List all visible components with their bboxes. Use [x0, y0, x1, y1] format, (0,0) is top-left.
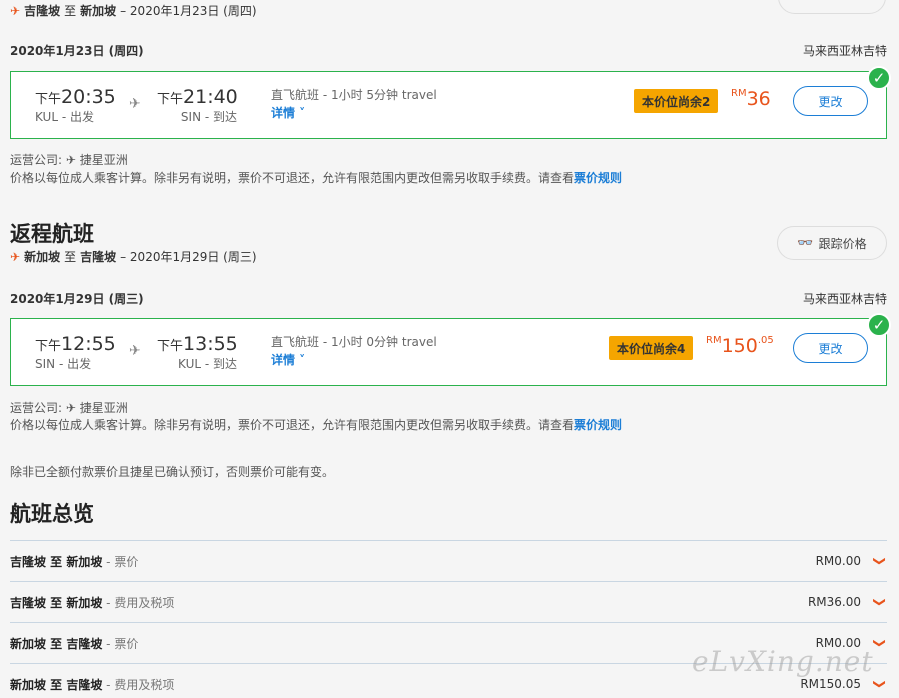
- outbound-date-header: 2020年1月23日 (周四): [10, 44, 144, 58]
- return-operator: 运营公司: ✈ 捷星亚洲: [10, 401, 128, 415]
- change-button[interactable]: 更改: [793, 333, 868, 363]
- outbound-currency-label: 马来西亚林吉特: [802, 44, 887, 58]
- arr-ampm: 下午: [157, 92, 184, 107]
- summary-sub: - 费用及税项: [102, 677, 175, 692]
- return-title: 返程航班: [10, 222, 94, 246]
- summary-row[interactable]: 吉隆坡 至 新加坡 - 费用及税项 RM36.00 ❯: [10, 581, 887, 622]
- arrival-block: 下午21:40 SIN - 到达: [157, 86, 238, 125]
- route-to-word: 至: [64, 250, 77, 264]
- departure-block: 下午12:55 SIN - 出发: [35, 333, 116, 372]
- summary-sub: - 费用及税项: [102, 595, 175, 610]
- outbound-operator: 运营公司: ✈ 捷星亚洲: [10, 153, 128, 167]
- summary-row[interactable]: 吉隆坡 至 新加坡 - 票价 RM0.00 ❯: [10, 540, 887, 581]
- summary-route: 吉隆坡 至 新加坡: [10, 554, 103, 569]
- summary-sub: - 票价: [102, 554, 139, 569]
- top-partial-button[interactable]: [778, 0, 886, 14]
- summary-sub: - 票价: [102, 636, 139, 651]
- price-value: 36: [746, 88, 771, 110]
- return-date-header: 2020年1月29日 (周三): [10, 292, 144, 306]
- fare-rules-link[interactable]: 票价规则: [574, 418, 622, 432]
- summary-amount: RM150.05: [800, 677, 861, 691]
- arr-ampm: 下午: [157, 339, 184, 354]
- fare-note-text: 价格以每位成人乘客计算。除非另有说明，票价不可退还，允许有限范围内更改但需另收取…: [10, 418, 575, 432]
- route-date: – 2020年1月23日 (周四): [120, 4, 257, 18]
- plane-icon: ✈: [10, 3, 21, 18]
- selected-check-icon: ✓: [867, 313, 891, 337]
- flight-info: 直飞航班 - 1小时 5分钟 travel 详情 ˅: [271, 86, 437, 121]
- dep-time: 20:35: [61, 86, 116, 108]
- chevron-down-icon[interactable]: ❯: [873, 597, 887, 607]
- track-price-label: 跟踪价格: [818, 236, 867, 251]
- chevron-down-icon[interactable]: ❯: [873, 556, 887, 566]
- dep-ampm: 下午: [35, 92, 62, 107]
- summary-route: 新加坡 至 吉隆坡: [10, 636, 103, 651]
- arr-airport: SIN - 到达: [180, 110, 237, 124]
- track-price-button[interactable]: 👓 跟踪价格: [777, 226, 887, 260]
- chevron-down-icon[interactable]: ❯: [873, 638, 887, 648]
- plane-icon: ✈: [129, 96, 141, 112]
- dep-ampm: 下午: [35, 339, 62, 354]
- arrival-block: 下午13:55 KUL - 到达: [157, 333, 238, 372]
- route-from: 吉隆坡: [24, 4, 61, 18]
- fare-note-text: 价格以每位成人乘客计算。除非另有说明，票价不可退还，允许有限范围内更改但需另收取…: [10, 171, 575, 185]
- selected-check-icon: ✓: [867, 66, 891, 90]
- binoculars-icon: 👓: [797, 235, 814, 251]
- route-from: 新加坡: [24, 250, 61, 264]
- seats-left-badge: 本价位尚余4: [609, 336, 694, 360]
- summary-amount: RM0.00: [815, 554, 861, 568]
- change-button[interactable]: 更改: [793, 86, 868, 116]
- seats-left-badge: 本价位尚余2: [634, 89, 719, 113]
- chevron-down-icon[interactable]: ❯: [873, 679, 887, 689]
- dep-time: 12:55: [61, 333, 116, 355]
- summary-route: 新加坡 至 吉隆坡: [10, 677, 103, 692]
- price-disclaimer: 除非已全额付款票价且捷星已确认预订，否则票价可能有变。: [10, 465, 335, 479]
- return-currency-label: 马来西亚林吉特: [802, 292, 887, 306]
- return-route-line: ✈ 新加坡 至 吉隆坡 – 2020年1月29日 (周三): [10, 248, 257, 265]
- plane-icon: ✈: [129, 343, 141, 359]
- summary-title: 航班总览: [10, 502, 94, 526]
- arr-time: 21:40: [183, 86, 238, 108]
- arr-time: 13:55: [183, 333, 238, 355]
- plane-icon: ✈: [10, 249, 21, 264]
- flight-duration: 直飞航班 - 1小时 5分钟 travel: [271, 88, 437, 102]
- dep-airport: SIN - 出发: [35, 357, 92, 371]
- details-link[interactable]: 详情 ˅: [271, 104, 437, 121]
- outbound-route-line: ✈ 吉隆坡 至 新加坡 – 2020年1月23日 (周四): [10, 2, 257, 19]
- dep-airport: KUL - 出发: [35, 110, 94, 124]
- price-value: 150: [721, 335, 758, 357]
- outbound-flight-card[interactable]: 下午20:35 KUL - 出发 ✈ 下午21:40 SIN - 到达 直飞航班…: [10, 71, 887, 139]
- currency: RM: [706, 335, 722, 346]
- route-to-word: 至: [64, 4, 77, 18]
- outbound-fare-note: 价格以每位成人乘客计算。除非另有说明，票价不可退还，允许有限范围内更改但需另收取…: [10, 169, 622, 187]
- fare-rules-link[interactable]: 票价规则: [574, 171, 622, 185]
- return-flight-card[interactable]: 下午12:55 SIN - 出发 ✈ 下午13:55 KUL - 到达 直飞航班…: [10, 318, 887, 386]
- price-decimal: .05: [757, 335, 774, 346]
- route-date: – 2020年1月29日 (周三): [120, 250, 257, 264]
- fare-price: RM150.05: [706, 335, 774, 357]
- details-link[interactable]: 详情 ˅: [271, 351, 437, 368]
- currency: RM: [731, 88, 747, 99]
- summary-route: 吉隆坡 至 新加坡: [10, 595, 103, 610]
- departure-block: 下午20:35 KUL - 出发: [35, 86, 116, 125]
- watermark: eLvXing.net: [692, 645, 874, 678]
- arr-airport: KUL - 到达: [178, 357, 237, 371]
- fare-price: RM36: [731, 88, 771, 110]
- route-to: 新加坡: [80, 4, 117, 18]
- flight-info: 直飞航班 - 1小时 0分钟 travel 详情 ˅: [271, 333, 437, 368]
- return-fare-note: 价格以每位成人乘客计算。除非另有说明，票价不可退还，允许有限范围内更改但需另收取…: [10, 416, 622, 434]
- summary-amount: RM36.00: [807, 595, 861, 609]
- route-to: 吉隆坡: [80, 250, 117, 264]
- flight-duration: 直飞航班 - 1小时 0分钟 travel: [271, 335, 437, 349]
